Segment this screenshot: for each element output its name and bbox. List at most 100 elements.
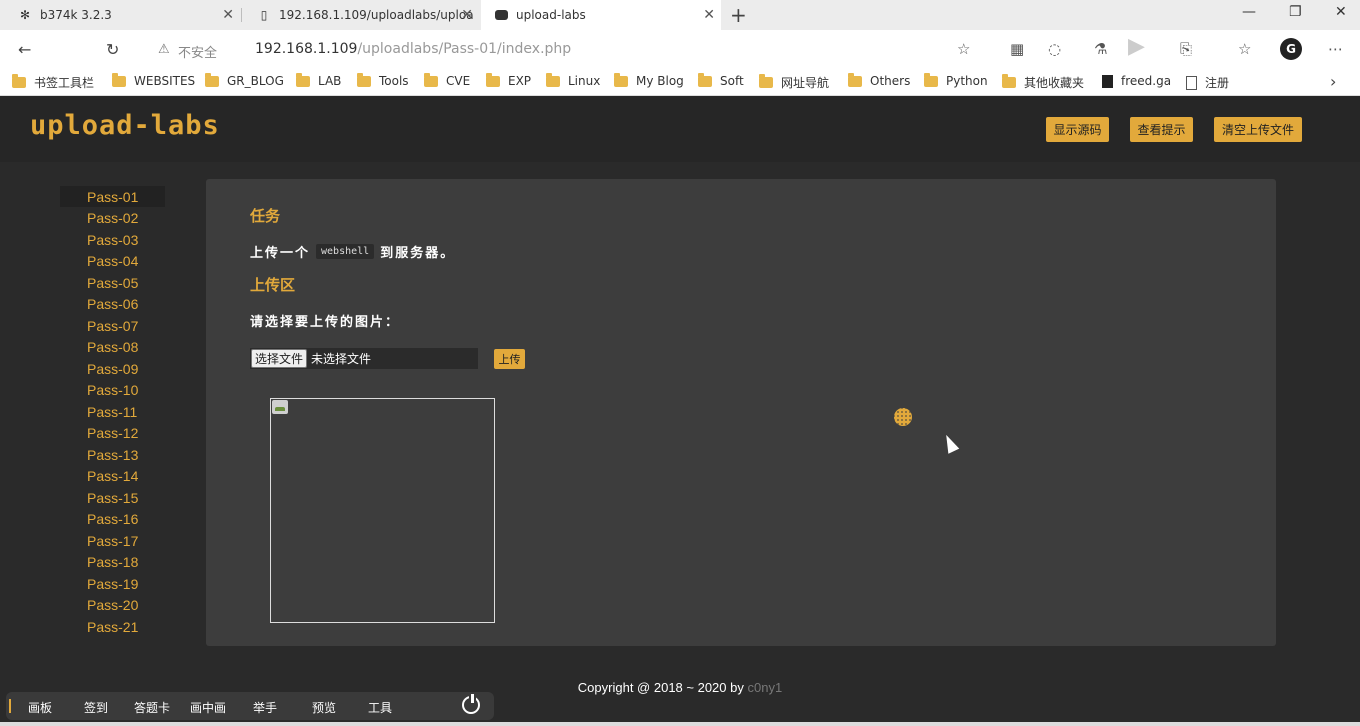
bookmarks-bar: 书签工具栏 WEBSITES GR_BLOG LAB Tools CVE EXP… <box>0 68 1360 96</box>
collections-icon[interactable]: ⎘ <box>1180 40 1192 58</box>
star-icon[interactable]: ☆ <box>957 40 970 58</box>
show-source-button[interactable]: 显示源码 <box>1046 117 1109 142</box>
tab-upload-labs[interactable]: upload-labs ✕ <box>481 0 721 30</box>
sidebar-item-pass-06[interactable]: Pass-06 <box>60 294 165 315</box>
sidebar-item-pass-18[interactable]: Pass-18 <box>60 552 165 573</box>
url-field[interactable]: 192.168.1.109/uploadlabs/Pass-01/index.p… <box>255 41 571 57</box>
bookmark-item[interactable]: 书签工具栏 <box>12 74 94 91</box>
bookmark-item[interactable]: 网址导航 <box>759 74 829 91</box>
bookmark-item[interactable]: LAB <box>296 72 342 88</box>
sidebar-item-pass-07[interactable]: Pass-07 <box>60 315 165 336</box>
maximize-icon[interactable]: ❐ <box>1289 4 1302 20</box>
show-hint-button[interactable]: 查看提示 <box>1130 117 1193 142</box>
sidebar-item-pass-03[interactable]: Pass-03 <box>60 229 165 250</box>
site-logo[interactable]: upload-labs <box>30 110 220 141</box>
tab-label: upload-labs <box>516 8 586 22</box>
broken-image-icon <box>272 400 288 414</box>
sidebar-item-pass-12[interactable]: Pass-12 <box>60 423 165 444</box>
sidebar-item-pass-08[interactable]: Pass-08 <box>60 337 165 358</box>
sidebar-item-pass-11[interactable]: Pass-11 <box>60 401 165 422</box>
sidebar-item-pass-13[interactable]: Pass-13 <box>60 444 165 465</box>
toolbar-tools[interactable]: 工具 <box>368 699 392 716</box>
extension-icon[interactable]: ▦ <box>1010 40 1024 58</box>
window-close-icon[interactable]: ✕ <box>1335 4 1347 20</box>
sidebar-item-pass-17[interactable]: Pass-17 <box>60 530 165 551</box>
sidebar-item-pass-10[interactable]: Pass-10 <box>60 380 165 401</box>
shield-icon[interactable]: ◌ <box>1048 40 1061 58</box>
bookmark-item[interactable]: freed.ga <box>1102 74 1171 88</box>
sidebar-item-pass-15[interactable]: Pass-15 <box>60 487 165 508</box>
bookmark-item[interactable]: CVE <box>424 72 470 88</box>
new-tab-icon[interactable]: + <box>730 3 747 27</box>
bookmark-item[interactable]: Soft <box>698 72 744 88</box>
favorites-icon[interactable]: ☆ <box>1238 40 1251 58</box>
webshell-code: webshell <box>316 244 375 259</box>
bottom-strip <box>0 722 1360 726</box>
sidebar-item-pass-21[interactable]: Pass-21 <box>60 616 165 637</box>
tab-b374k[interactable]: ✻ b374k 3.2.3 ✕ <box>0 0 240 30</box>
warning-icon[interactable]: ⚠ <box>158 42 170 57</box>
bookmark-item[interactable]: 其他收藏夹 <box>1002 74 1084 91</box>
toolbar-answer-card[interactable]: 答题卡 <box>134 699 170 716</box>
profile-avatar[interactable]: G <box>1280 38 1302 60</box>
bookmark-label: My Blog <box>636 74 684 88</box>
address-bar: ← ↻ ⚠ 不安全 192.168.1.109/uploadlabs/Pass-… <box>0 30 1360 68</box>
bookmark-item[interactable]: Others <box>848 72 911 88</box>
tab-divider <box>241 8 242 22</box>
bookmark-label: freed.ga <box>1121 74 1172 88</box>
copyright-text: Copyright @ 2018 ~ 2020 by <box>577 680 744 695</box>
drag-handle[interactable] <box>9 699 11 713</box>
bookmark-item[interactable]: WEBSITES <box>112 72 195 88</box>
bookmark-label: 书签工具栏 <box>34 76 95 90</box>
more-icon[interactable]: ⋯ <box>1328 40 1343 58</box>
not-secure-label[interactable]: 不安全 <box>178 42 217 61</box>
bookmark-item[interactable]: GR_BLOG <box>205 72 284 88</box>
back-icon[interactable]: ← <box>18 40 31 59</box>
play-icon[interactable]: ▶ <box>1128 34 1145 59</box>
file-input[interactable]: 选择文件 未选择文件 <box>250 348 478 369</box>
toolbar-whiteboard[interactable]: 画板 <box>28 699 52 716</box>
task-title: 任务 <box>250 207 281 225</box>
bookmark-item[interactable]: EXP <box>486 72 531 88</box>
upload-prompt: 请选择要上传的图片： <box>250 315 401 330</box>
toolbar-checkin[interactable]: 签到 <box>84 699 108 716</box>
upload-button[interactable]: 上传 <box>494 349 525 369</box>
page-icon <box>1186 75 1197 90</box>
bookmark-item[interactable]: Linux <box>546 72 600 88</box>
sidebar-item-pass-09[interactable]: Pass-09 <box>60 358 165 379</box>
sidebar-item-pass-01[interactable]: Pass-01 <box>60 186 165 207</box>
bookmark-label: LAB <box>318 74 342 88</box>
sidebar-item-pass-05[interactable]: Pass-05 <box>60 272 165 293</box>
bookmark-label: Tools <box>379 74 409 88</box>
image-preview <box>270 398 495 623</box>
power-icon[interactable] <box>462 694 480 714</box>
bookmark-item[interactable]: Tools <box>357 72 409 88</box>
tab-uploadlabs-url[interactable]: ▯ 192.168.1.109/uploadlabs/uploa ✕ <box>243 0 479 30</box>
flask-icon[interactable]: ⚗ <box>1094 40 1107 58</box>
sidebar-item-pass-02[interactable]: Pass-02 <box>60 208 165 229</box>
close-icon[interactable]: ✕ <box>461 7 473 23</box>
minimize-icon[interactable]: — <box>1242 4 1256 20</box>
sidebar-item-pass-20[interactable]: Pass-20 <box>60 595 165 616</box>
chevron-right-icon[interactable]: › <box>1330 72 1336 91</box>
url-host: 192.168.1.109 <box>255 41 358 57</box>
bookmark-item[interactable]: 注册 <box>1186 74 1229 91</box>
bookmark-item[interactable]: My Blog <box>614 72 684 88</box>
sidebar-item-pass-14[interactable]: Pass-14 <box>60 466 165 487</box>
choose-file-button[interactable]: 选择文件 <box>251 349 308 368</box>
close-icon[interactable]: ✕ <box>222 7 234 23</box>
sidebar-item-pass-16[interactable]: Pass-16 <box>60 509 165 530</box>
close-icon[interactable]: ✕ <box>703 7 715 23</box>
bookmark-item[interactable]: Python <box>924 72 988 88</box>
toolbar-preview[interactable]: 预览 <box>312 699 336 716</box>
author-link[interactable]: c0ny1 <box>747 680 782 695</box>
clear-uploads-button[interactable]: 清空上传文件 <box>1214 117 1302 142</box>
reload-icon[interactable]: ↻ <box>106 40 119 59</box>
task-text-after: 到服务器。 <box>380 246 456 261</box>
bookmark-label: Others <box>870 74 911 88</box>
toolbar-picture-in-picture[interactable]: 画中画 <box>190 699 226 716</box>
sidebar-item-pass-04[interactable]: Pass-04 <box>60 251 165 272</box>
sidebar-item-pass-19[interactable]: Pass-19 <box>60 573 165 594</box>
folder-icon <box>759 74 773 88</box>
toolbar-raise-hand[interactable]: 举手 <box>253 699 277 716</box>
